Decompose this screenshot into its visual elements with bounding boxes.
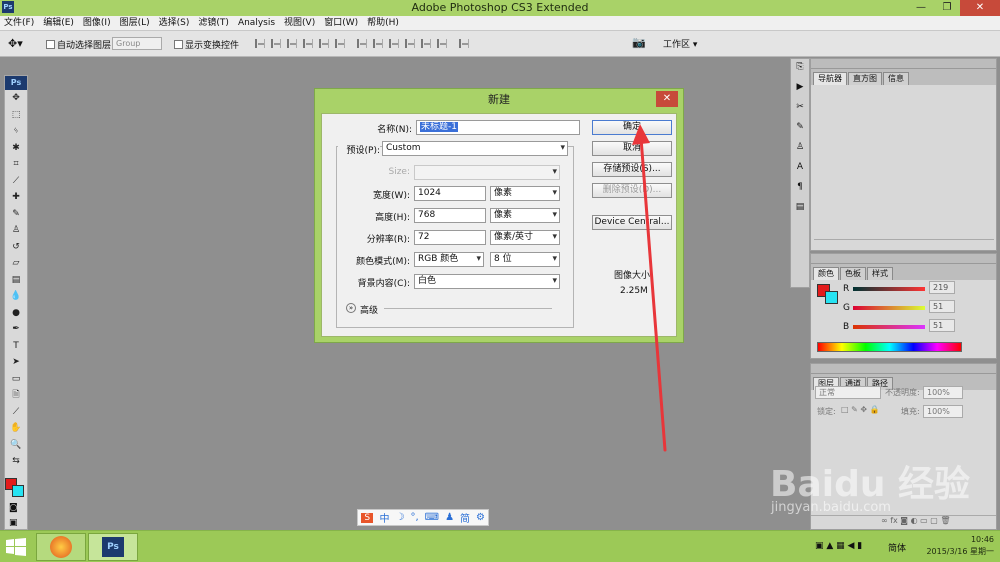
taskbar-app-photoshop[interactable]: Ps [88, 533, 138, 561]
ime-logo-icon[interactable]: S [361, 512, 374, 523]
ime-person-icon[interactable]: ♟ [445, 512, 454, 523]
language-indicator[interactable]: 简体 [888, 541, 906, 554]
photoshop-taskbar-icon: Ps [102, 537, 124, 557]
ime-mode[interactable]: 中 [379, 510, 389, 525]
taskbar-app-firefox[interactable] [36, 533, 86, 561]
clock[interactable]: 10:46 2015/3/16 星期一 [926, 534, 994, 558]
clock-time: 10:46 [970, 535, 994, 544]
ime-settings-icon[interactable]: ⚙ [476, 512, 485, 523]
tray-icons[interactable]: ▣ ▲ ▦ ◀ ▮ [815, 541, 862, 551]
ime-simplified[interactable]: 简 [460, 510, 470, 525]
windows-start-icon[interactable] [6, 538, 26, 556]
ime-keyboard-icon[interactable]: ⌨ [425, 512, 439, 523]
ime-moon-icon[interactable]: ☽ [395, 512, 404, 523]
taskbar: Ps ▣ ▲ ▦ ◀ ▮ 简体 10:46 2015/3/16 星期一 [0, 530, 1000, 562]
baidu-watermark-url: jingyan.baidu.com [771, 500, 891, 515]
firefox-icon [50, 536, 72, 558]
ime-toolbar: S 中 ☽ °, ⌨ ♟ 简 ⚙ [357, 509, 489, 526]
ime-punct-icon[interactable]: °, [410, 512, 418, 523]
clock-date: 2015/3/16 星期一 [926, 547, 994, 556]
